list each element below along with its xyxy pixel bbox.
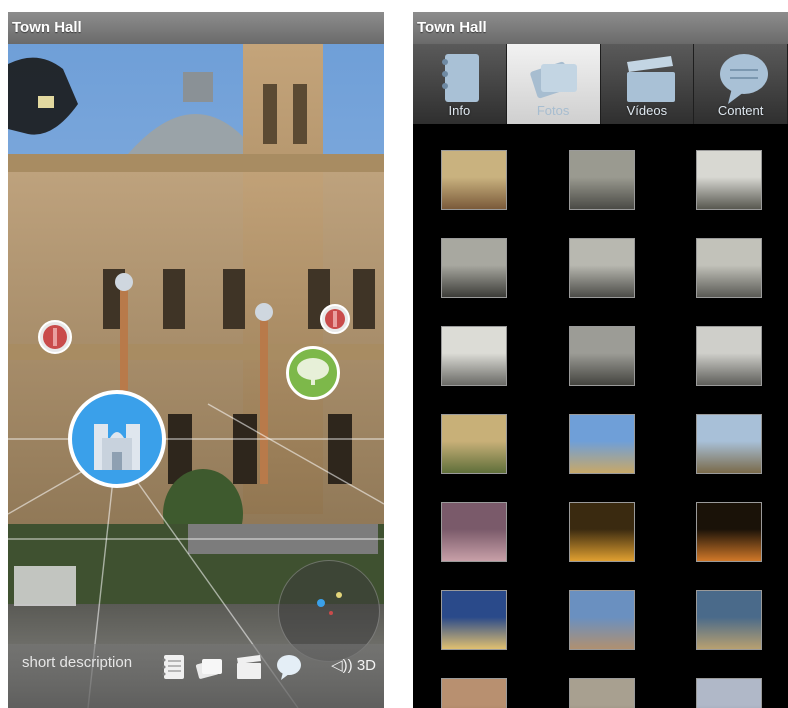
tab-bar: Info Fotos Vídeos Content [413, 44, 788, 124]
tab-content[interactable]: Content [694, 44, 788, 124]
photo-thumbnail[interactable] [696, 238, 762, 298]
speech-bubble-icon[interactable] [274, 652, 304, 682]
pin-icon [325, 309, 345, 329]
tab-info[interactable]: Info [413, 44, 507, 124]
photo-thumbnail[interactable] [441, 414, 507, 474]
photo-thumbnail[interactable] [696, 150, 762, 210]
short-description-link[interactable]: short description [22, 654, 132, 671]
tab-videos-label: Vídeos [626, 103, 668, 118]
photos-icon [530, 61, 577, 99]
photo-thumbnail[interactable] [441, 326, 507, 386]
poi-marker-small-right[interactable] [320, 304, 350, 334]
poi-marker-cathedral-selected[interactable] [68, 390, 166, 488]
tab-fotos[interactable]: Fotos [506, 44, 601, 124]
tab-fotos-label: Fotos [536, 103, 570, 118]
photo-thumbnail[interactable] [441, 238, 507, 298]
app-title-bar: Town Hall [8, 12, 384, 44]
notebook-icon [442, 54, 479, 102]
photo-thumbnail[interactable] [569, 678, 635, 708]
gallery-screen: Town Hall Info Fotos Vídeos Content [413, 12, 788, 708]
photo-thumbnail[interactable] [569, 150, 635, 210]
poi-marker-small-left[interactable] [38, 320, 72, 354]
poi-marker-park[interactable] [286, 346, 340, 400]
photo-thumbnail[interactable] [696, 678, 762, 708]
tab-info-label: Info [448, 103, 471, 118]
notebook-icon[interactable] [158, 652, 188, 682]
photo-thumbnail[interactable] [696, 590, 762, 650]
audio-3d-label: 3D [356, 657, 376, 674]
clapperboard-icon[interactable] [234, 652, 264, 682]
pin-icon [43, 325, 67, 349]
tab-content-label: Content [717, 103, 764, 118]
photo-thumbnail[interactable] [696, 326, 762, 386]
photo-thumbnail[interactable] [441, 678, 507, 708]
photo-thumbnail[interactable] [696, 414, 762, 474]
photo-gallery-grid [413, 124, 788, 708]
photo-thumbnail[interactable] [441, 502, 507, 562]
tree-icon [297, 358, 329, 385]
speaker-icon: ◁)) [331, 657, 353, 674]
photos-icon[interactable] [194, 652, 224, 682]
clapperboard-icon [626, 56, 675, 102]
photo-thumbnail[interactable] [441, 150, 507, 210]
screen-title: Town Hall [12, 19, 82, 36]
photo-thumbnail[interactable] [569, 502, 635, 562]
app-title-bar: Town Hall [413, 12, 788, 44]
tab-videos[interactable]: Vídeos [600, 44, 695, 124]
photo-thumbnail[interactable] [569, 238, 635, 298]
speech-bubble-icon [720, 54, 769, 104]
photo-thumbnail[interactable] [696, 502, 762, 562]
ar-camera-screen: Town Hall short description ◁)) 3D [8, 12, 384, 708]
photo-thumbnail[interactable] [569, 326, 635, 386]
photo-thumbnail[interactable] [441, 590, 507, 650]
cathedral-icon [94, 424, 140, 470]
photo-thumbnail[interactable] [569, 414, 635, 474]
bottom-action-bar: short description ◁)) 3D [8, 644, 384, 708]
screen-title: Town Hall [417, 19, 487, 36]
audio-3d-toggle[interactable]: ◁)) 3D [331, 656, 376, 674]
photo-thumbnail[interactable] [569, 590, 635, 650]
